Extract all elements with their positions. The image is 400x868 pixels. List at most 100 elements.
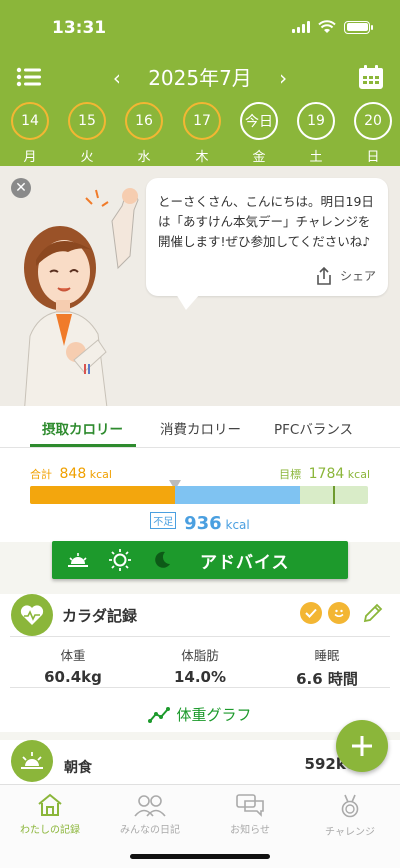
day-weekday: 水 (137, 150, 151, 165)
moon-icon (155, 551, 170, 568)
advisor-message-area: ✕ とーさくさん、こんにちは。明日19日は「あすけん本気デー」チャレンジを開催し… (0, 166, 400, 406)
day-item[interactable]: 19 土 (296, 102, 336, 165)
day-weekday: 月 (23, 150, 37, 165)
edit-pencil-icon[interactable] (362, 602, 384, 624)
day-number: 14 (11, 102, 49, 140)
day-item-today[interactable]: 今日 金 (239, 102, 279, 177)
day-number: 15 (68, 102, 106, 140)
day-item[interactable]: 14 月 (10, 102, 50, 165)
month-nav: ‹ 2025年7月 › (0, 62, 400, 91)
month-label: 2025年7月 (148, 66, 252, 90)
advice-button[interactable]: アドバイス (52, 541, 348, 579)
tab-my-records[interactable]: わたしの記録 (0, 793, 100, 836)
wifi-icon (318, 20, 336, 33)
tab-challenge[interactable]: チャレンジ (300, 793, 400, 838)
day-weekday: 木 (195, 150, 209, 165)
sun-icon (109, 549, 131, 571)
day-item[interactable]: 17 木 (182, 102, 222, 165)
day-number: 今日 (240, 102, 278, 140)
share-label: シェア (339, 269, 376, 283)
stat-value: 6.6 時間 (296, 670, 358, 688)
active-tab-indicator (30, 444, 136, 447)
status-time: 13:31 (52, 18, 107, 38)
day-number: 20 (354, 102, 392, 140)
calorie-tabs: 摂取カロリー 消費カロリー PFCバランス (0, 406, 400, 448)
line-graph-icon (148, 706, 171, 723)
day-item[interactable]: 20 日 (353, 102, 393, 165)
sunrise-meal-icon (11, 740, 53, 782)
body-record-title: カラダ記録 (62, 607, 138, 625)
day-item[interactable]: 16 水 (124, 102, 164, 165)
advice-label: アドバイス (200, 552, 290, 573)
total-unit: kcal (89, 468, 112, 481)
medal-icon (341, 794, 359, 818)
tab-label: みんなの日記 (120, 825, 180, 836)
advisor-character-illustration (24, 188, 139, 406)
stat-sleep: 睡眠 6.6 時間 (264, 645, 390, 689)
intake-fill (30, 486, 175, 504)
share-icon (317, 266, 331, 285)
day-weekday: 土 (309, 150, 323, 165)
advisor-message-text: とーさくさん、こんにちは。明日19日は「あすけん本気デー」チャレンジを開催します… (158, 194, 374, 249)
goal-line (333, 486, 335, 504)
shortage-value: 936 (184, 513, 222, 534)
tab-intake-calories[interactable]: 摂取カロリー (42, 418, 123, 438)
day-weekday: 日 (366, 150, 380, 165)
tab-label: チャレンジ (325, 827, 375, 838)
signal-icon (292, 21, 310, 33)
stat-value: 60.4kg (44, 668, 102, 686)
tab-burned-calories[interactable]: 消費カロリー (160, 418, 241, 438)
tab-label: お知らせ (230, 825, 270, 836)
calorie-progress-bar (30, 486, 368, 504)
share-button[interactable]: シェア (314, 266, 376, 286)
tab-pfc-balance[interactable]: PFCバランス (274, 418, 353, 438)
goal-unit: kcal (347, 468, 370, 481)
goal-label: 目標 (279, 468, 302, 481)
calendar-icon[interactable] (358, 64, 384, 90)
stat-weight: 体重 60.4kg (10, 645, 136, 686)
month-nav-row: ‹ 2025年7月 › (0, 60, 400, 96)
tab-label: わたしの記録 (20, 825, 80, 836)
day-weekday: 金 (252, 150, 266, 165)
stat-label: 睡眠 (314, 648, 340, 663)
day-item[interactable]: 15 火 (67, 102, 107, 165)
tab-everyones-diary[interactable]: みんなの日記 (100, 793, 200, 836)
goal-value: 1784 (308, 466, 345, 482)
app-header: 13:31 ‹ 2025年7月 › 14 月 15 火 16 水 17 木 今日… (0, 0, 400, 177)
remaining-fill (175, 486, 300, 504)
weight-graph-label: 体重グラフ (176, 706, 252, 724)
meal-title: 朝食 (64, 760, 92, 776)
shortage-unit: kcal (225, 518, 250, 532)
add-record-button[interactable] (336, 720, 388, 772)
stat-label: 体重 (60, 648, 86, 663)
sunrise-icon (68, 553, 88, 567)
day-number: 17 (183, 102, 221, 140)
week-day-selector: 14 月 15 火 16 水 17 木 今日 金 19 土 20 日 (10, 102, 400, 177)
home-indicator (130, 854, 270, 859)
total-calories: 合計 848 kcal (30, 466, 112, 482)
body-heart-icon (11, 594, 53, 636)
body-stats: 体重 60.4kg 体脂肪 14.0% 睡眠 6.6 時間 (10, 636, 390, 688)
chat-icon (236, 794, 264, 817)
prev-month-button[interactable]: ‹ (102, 66, 132, 90)
plus-icon (352, 736, 372, 756)
weight-graph-link[interactable]: 体重グラフ (0, 704, 400, 725)
next-month-button[interactable]: › (268, 66, 298, 90)
day-number: 16 (125, 102, 163, 140)
stat-value: 14.0% (173, 668, 227, 686)
smile-icon[interactable] (328, 602, 350, 624)
total-label: 合計 (30, 468, 52, 481)
body-record-actions (300, 602, 384, 624)
battery-icon (344, 20, 373, 34)
check-icon[interactable] (300, 602, 322, 624)
people-icon (134, 795, 166, 817)
calorie-card: 摂取カロリー 消費カロリー PFCバランス 合計 848 kcal 目標 178… (0, 406, 400, 542)
advisor-speech-bubble: とーさくさん、こんにちは。明日19日は「あすけん本気デー」チャレンジを開催します… (146, 178, 388, 310)
home-icon (38, 793, 62, 816)
status-bar: 13:31 (0, 0, 400, 54)
stat-label: 体脂肪 (181, 648, 219, 663)
stat-body-fat: 体脂肪 14.0% (137, 645, 263, 686)
tab-notifications[interactable]: お知らせ (200, 793, 300, 836)
day-weekday: 火 (80, 150, 94, 165)
body-record-card: カラダ記録 体重 60.4kg 体脂肪 14.0% 睡眠 6.6 時間 体重グラ… (0, 594, 400, 732)
